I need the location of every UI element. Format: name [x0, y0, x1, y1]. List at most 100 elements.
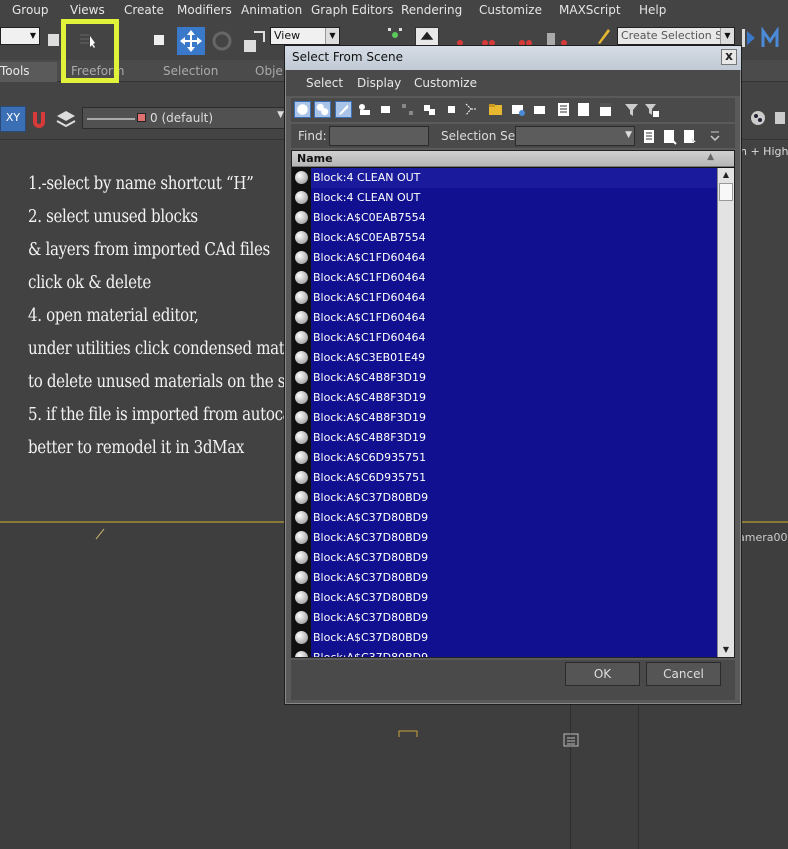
display-helpers-icon[interactable]: [377, 101, 394, 118]
display-invert-icon[interactable]: [597, 101, 614, 118]
list-item[interactable]: Block:A$C37D80BD9: [292, 588, 717, 608]
ribbon-tab-object[interactable]: Obje: [255, 64, 283, 78]
select-scale-icon[interactable]: [242, 30, 266, 54]
display-groups-icon[interactable]: [421, 101, 438, 118]
display-bones-icon[interactable]: [463, 101, 480, 118]
named-selection-set-placeholder: Create Selection Se: [621, 29, 729, 42]
list-item[interactable]: Block:A$C37D80BD9: [292, 508, 717, 528]
list-item[interactable]: Block:A$C37D80BD9: [292, 568, 717, 588]
display-hidden-icon[interactable]: [531, 101, 548, 118]
layer-dropdown[interactable]: 0 (default) ▼: [82, 107, 287, 129]
dialog-menu-select[interactable]: Select: [306, 76, 343, 90]
list-item[interactable]: Block:A$C4B8F3D19: [292, 368, 717, 388]
list-item[interactable]: Block:A$C37D80BD9: [292, 488, 717, 508]
list-item[interactable]: Block:A$C4B8F3D19: [292, 388, 717, 408]
list-scrollbar[interactable]: ▲ ▼: [717, 168, 734, 657]
dialog-title-bar[interactable]: Select From Scene x: [285, 46, 741, 70]
render-teapot-icon[interactable]: [750, 110, 766, 126]
render-frame-icon[interactable]: [773, 110, 787, 126]
geometry-object-icon: [292, 248, 311, 268]
list-item[interactable]: Block:A$C37D80BD9: [292, 648, 717, 657]
list-item[interactable]: Block:A$C37D80BD9: [292, 548, 717, 568]
select-manipulate-icon[interactable]: [415, 27, 439, 47]
menu-customize[interactable]: Customize: [479, 3, 542, 17]
select-all-icon[interactable]: [641, 128, 658, 145]
list-item[interactable]: Block:A$C6D935751: [292, 468, 717, 488]
select-move-icon[interactable]: [177, 27, 205, 55]
list-item[interactable]: Block:A$C1FD60464: [292, 308, 717, 328]
use-pivot-icon[interactable]: [385, 25, 405, 45]
geometry-object-icon: [292, 548, 311, 568]
menu-rendering[interactable]: Rendering: [401, 3, 462, 17]
filter-icon[interactable]: [623, 101, 640, 118]
reference-coordinate-dropdown[interactable]: View ▼: [270, 27, 340, 45]
list-item[interactable]: Block:A$C4B8F3D19: [292, 408, 717, 428]
menu-animation[interactable]: Animation: [241, 3, 302, 17]
select-rotate-icon[interactable]: [211, 30, 233, 52]
menu-maxscript[interactable]: MAXScript: [559, 3, 621, 17]
list-item-name: Block:A$C0EAB7554: [311, 228, 717, 248]
list-item[interactable]: Block:A$C6D935751: [292, 448, 717, 468]
cancel-button[interactable]: Cancel: [646, 662, 721, 686]
viewport-shading-label[interactable]: h + Highli: [740, 145, 788, 158]
display-lights-icon[interactable]: [335, 101, 352, 118]
dialog-close-button[interactable]: x: [721, 49, 737, 65]
edit-named-selection-icon[interactable]: [596, 27, 612, 45]
list-item[interactable]: Block:A$C0EAB7554: [292, 208, 717, 228]
filter-settings-icon[interactable]: [643, 101, 660, 118]
column-header-name[interactable]: Name ▲: [292, 151, 734, 167]
menu-modifiers[interactable]: Modifiers: [177, 3, 232, 17]
menu-views[interactable]: Views: [70, 3, 105, 17]
scroll-up-icon[interactable]: ▲: [719, 168, 733, 182]
scroll-thumb[interactable]: [719, 183, 733, 201]
display-none-icon[interactable]: [575, 101, 592, 118]
layer-manager-icon[interactable]: [55, 108, 77, 130]
options-icon[interactable]: [709, 128, 721, 145]
display-geometry-icon[interactable]: [294, 101, 311, 118]
selection-filter-dropdown[interactable]: ▼: [0, 27, 40, 45]
display-shapes-icon[interactable]: [314, 101, 331, 118]
camera-object-icon[interactable]: [560, 730, 582, 752]
display-cameras-icon[interactable]: [357, 101, 374, 118]
list-item[interactable]: Block:A$C1FD60464: [292, 268, 717, 288]
menu-help[interactable]: Help: [639, 3, 666, 17]
scroll-down-icon[interactable]: ▼: [719, 643, 733, 657]
display-spacewarps-icon[interactable]: [399, 101, 416, 118]
constrain-xy-button[interactable]: XY: [0, 106, 26, 132]
list-item-name: Block:A$C3EB01E49: [311, 348, 717, 368]
display-all-icon[interactable]: [555, 101, 572, 118]
ribbon-tab-selection[interactable]: Selection: [163, 64, 218, 78]
list-item[interactable]: Block:A$C3EB01E49: [292, 348, 717, 368]
list-item[interactable]: Block:A$C0EAB7554: [292, 228, 717, 248]
list-item[interactable]: Block:A$C4B8F3D19: [292, 428, 717, 448]
ok-button[interactable]: OK: [565, 662, 640, 686]
mirror-icon[interactable]: [742, 27, 756, 49]
list-item-name: Block:A$C6D935751: [311, 468, 717, 488]
list-item[interactable]: Block:A$C1FD60464: [292, 288, 717, 308]
list-item[interactable]: Block:A$C1FD60464: [292, 248, 717, 268]
list-item[interactable]: Block:4 CLEAN OUT: [292, 168, 717, 188]
named-selection-set-dropdown[interactable]: Create Selection Se ▼: [617, 27, 735, 45]
dialog-menu-customize[interactable]: Customize: [414, 76, 477, 90]
list-item[interactable]: Block:A$C37D80BD9: [292, 628, 717, 648]
display-frozen-icon[interactable]: [509, 101, 526, 118]
display-xrefs-icon[interactable]: [443, 101, 460, 118]
menu-graph-editors[interactable]: Graph Editors: [311, 3, 393, 17]
select-invert-icon[interactable]: [681, 128, 698, 145]
find-input[interactable]: [329, 126, 429, 146]
layer-color-swatch: [137, 113, 146, 122]
menu-group[interactable]: Group: [12, 3, 49, 17]
instruction-line: 2. select unused blocks: [28, 207, 198, 227]
dialog-menu-display[interactable]: Display: [357, 76, 401, 90]
list-item[interactable]: Block:A$C37D80BD9: [292, 528, 717, 548]
list-item[interactable]: Block:A$C1FD60464: [292, 328, 717, 348]
menu-create[interactable]: Create: [124, 3, 164, 17]
window-crossing-icon[interactable]: [150, 31, 168, 49]
list-item[interactable]: Block:A$C37D80BD9: [292, 608, 717, 628]
select-none-icon[interactable]: [661, 128, 678, 145]
selection-set-dropdown[interactable]: ▼: [515, 126, 635, 146]
list-item[interactable]: Block:4 CLEAN OUT: [292, 188, 717, 208]
align-icon[interactable]: [760, 27, 782, 49]
display-containers-icon[interactable]: [487, 101, 504, 118]
magnet-snap-icon[interactable]: [30, 108, 48, 130]
